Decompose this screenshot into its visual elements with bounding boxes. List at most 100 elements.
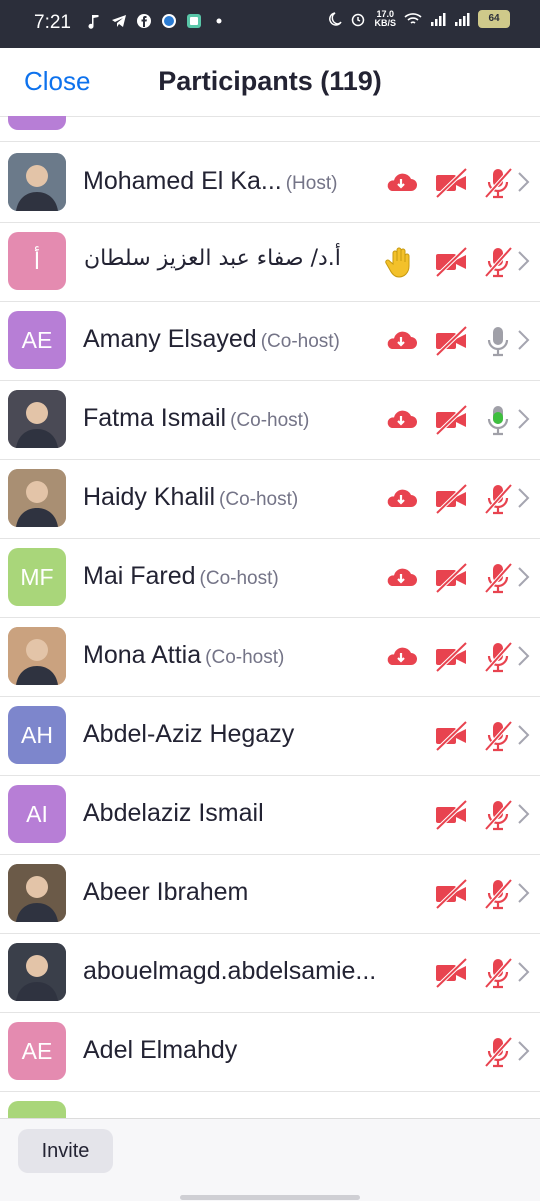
mic-muted-icon[interactable] [480,481,516,517]
cloud-recording-icon[interactable] [383,402,419,438]
alarm-icon [352,13,365,27]
participant-name-text: Mona Attia [83,641,202,669]
participant-name-text: Haidy Khalil [83,483,216,511]
cloud-recording-icon[interactable] [383,560,419,596]
video-off-icon[interactable] [433,718,469,754]
chevron-right-icon[interactable] [516,328,530,352]
mic-muted-icon[interactable] [480,244,516,280]
participant-name: Abdelaziz Ismail [83,799,264,828]
chevron-right-icon[interactable] [516,802,530,826]
participant-name-text: Abeer Ibrahem [83,878,249,906]
chevron-right-icon[interactable] [516,1039,530,1063]
list-item-partial[interactable] [0,116,540,142]
mic-muted-icon[interactable] [480,797,516,833]
notification-icons [86,13,227,29]
participant-row[interactable]: Mohamed El Ka... (Host) [0,143,540,223]
video-off-icon[interactable] [433,481,469,517]
participant-name: Mai Fared (Co-host) [83,562,279,591]
avatar [8,943,66,1001]
video-off-icon[interactable] [433,955,469,991]
mic-muted-icon[interactable] [480,165,516,201]
participant-row[interactable]: Mona Attia (Co-host) [0,617,540,697]
participant-row[interactable]: MF Mai Fared (Co-host) [0,538,540,618]
video-off-icon[interactable] [433,244,469,280]
chevron-right-icon[interactable] [516,486,530,510]
bottom-bar: Invite [0,1118,540,1201]
mic-muted-icon[interactable] [480,955,516,991]
video-off-icon[interactable] [433,797,469,833]
cloud-recording-icon[interactable] [383,481,419,517]
participant-name: abouelmagd.abdelsamie... [83,957,376,986]
avatar [8,116,66,130]
video-off-icon[interactable] [433,323,469,359]
participant-name: Amany Elsayed (Co-host) [83,325,340,354]
chevron-right-icon[interactable] [516,723,530,747]
participant-role: (Co-host) [205,647,285,668]
participant-name: Abeer Ibrahem [83,878,248,907]
avatar-initials: AE [21,327,53,353]
video-off-icon[interactable] [433,560,469,596]
participant-row[interactable]: Haidy Khalil (Co-host) [0,459,540,539]
chevron-right-icon[interactable] [516,644,530,668]
participant-row[interactable]: أ أ.د/ صفاء عبد العزيز سلطان [0,222,540,302]
home-indicator[interactable] [180,1195,360,1200]
status-bar: 7:21 17.0 KB/S 64 [0,0,540,48]
chevron-right-icon[interactable] [516,249,530,273]
avatar-initials: AH [21,722,53,748]
participant-name-text: Mohamed El Ka... [83,167,282,195]
video-off-icon[interactable] [433,165,469,201]
mic-speaking-icon[interactable] [480,402,516,438]
video-off-icon[interactable] [433,876,469,912]
participant-name-text: أ.د/ صفاء عبد العزيز سلطان [84,246,341,271]
participants-header: Close Participants (119) [0,48,540,117]
participant-row[interactable]: AE Adel Elmahdy [0,1012,540,1092]
wifi-icon [404,13,422,24]
avatar-initials: AI [26,801,48,827]
avatar: AE [8,1022,66,1080]
signal-icon-2 [455,13,470,26]
mic-muted-icon[interactable] [480,718,516,754]
raised-hand-icon[interactable] [383,244,419,280]
list-item-partial[interactable] [0,1091,540,1118]
participant-name-text: abouelmagd.abdelsamie... [83,957,377,985]
cloud-recording-icon[interactable] [383,323,419,359]
avatar [8,153,66,211]
avatar-initials: أ [33,248,41,274]
chevron-right-icon[interactable] [516,960,530,984]
mic-muted-icon[interactable] [480,560,516,596]
participant-row[interactable]: AI Abdelaziz Ismail [0,775,540,855]
music-note-icon [88,15,99,29]
participant-name-text: Abdelaziz Ismail [83,799,264,827]
mic-muted-icon[interactable] [480,639,516,675]
avatar [8,1101,66,1118]
chevron-right-icon[interactable] [516,565,530,589]
telegram-icon [112,15,126,27]
chevron-right-icon[interactable] [516,170,530,194]
participant-list[interactable]: Mohamed El Ka... (Host) أ أ.د/ صفاء عبد الع… [0,116,540,1118]
avatar: AE [8,311,66,369]
mic-icon[interactable] [480,323,516,359]
mic-muted-icon[interactable] [480,1034,516,1070]
cloud-recording-icon[interactable] [383,165,419,201]
dot-icon [216,18,222,24]
video-off-icon[interactable] [433,402,469,438]
participant-row[interactable]: Abeer Ibrahem [0,854,540,934]
participant-name-text: Fatma Ismail [83,404,227,432]
chevron-right-icon[interactable] [516,407,530,431]
participant-row[interactable]: AE Amany Elsayed (Co-host) [0,301,540,381]
avatar-initials: AE [21,1038,53,1064]
cloud-recording-icon[interactable] [383,639,419,675]
mic-muted-icon[interactable] [480,876,516,912]
chevron-right-icon[interactable] [516,881,530,905]
invite-button[interactable]: Invite [18,1129,113,1173]
participant-row[interactable]: AH Abdel-Aziz Hegazy [0,696,540,776]
participant-role: (Co-host) [260,331,340,352]
participant-row[interactable]: Fatma Ismail (Co-host) [0,380,540,460]
page-title: Participants (119) [158,66,382,96]
participant-name: أ.د/ صفاء عبد العزيز سلطان [84,246,341,271]
battery-icon: 64 [478,10,510,28]
participant-row[interactable]: abouelmagd.abdelsamie... [0,933,540,1013]
video-off-icon[interactable] [433,639,469,675]
messenger-icon [162,14,176,28]
participant-role: (Co-host) [199,568,279,589]
